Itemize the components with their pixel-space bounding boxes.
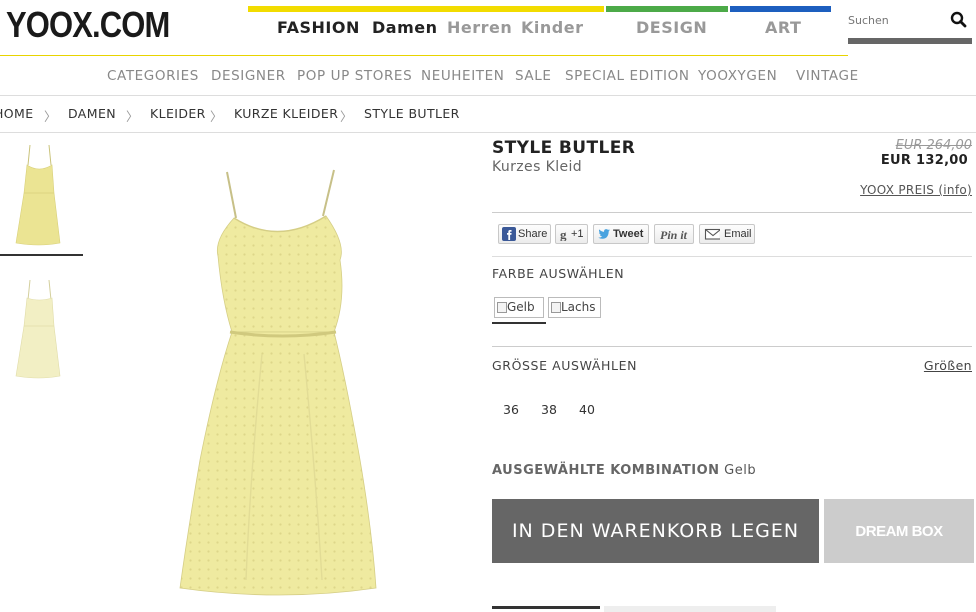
facebook-icon xyxy=(502,227,516,241)
add-to-cart-button[interactable]: IN DEN WARENKORB LEGEN xyxy=(492,499,819,563)
breadcrumb-separator: 〉 xyxy=(44,109,57,124)
nav-art[interactable]: ART xyxy=(765,18,801,37)
color-section-label: FARBE AUSWÄHLEN xyxy=(492,266,625,281)
divider xyxy=(0,132,976,133)
cat-vintage[interactable]: VINTAGE xyxy=(796,68,859,84)
tweet-label: Tweet xyxy=(613,228,644,240)
nav-herren[interactable]: Herren xyxy=(447,18,512,37)
size-option-38[interactable]: 38 xyxy=(541,402,557,417)
product-brand[interactable]: STYLE BUTLER xyxy=(492,138,635,158)
twitter-icon xyxy=(598,229,610,239)
color-option-label: Lachs xyxy=(561,300,596,314)
size-section-label: GRÖSSE AUSWÄHLEN xyxy=(492,358,638,373)
email-label: Email xyxy=(724,228,752,240)
breadcrumb-separator: 〉 xyxy=(210,109,223,124)
color-option-gelb[interactable]: Gelb xyxy=(494,297,544,318)
nav-kinder[interactable]: Kinder xyxy=(521,18,583,37)
divider xyxy=(492,212,972,213)
combination-value: Gelb xyxy=(724,463,757,478)
art-color-bar xyxy=(730,6,831,12)
yoox-logo[interactable]: YOOX.COM xyxy=(6,4,170,46)
divider xyxy=(0,95,976,96)
pinterest-button[interactable]: Pin it xyxy=(654,224,694,244)
tab-inactive[interactable] xyxy=(604,606,776,612)
nav-design[interactable]: DESIGN xyxy=(636,18,707,37)
size-guide-link[interactable]: Größen xyxy=(880,358,972,373)
broken-image-icon xyxy=(497,302,507,313)
color-option-lachs[interactable]: Lachs xyxy=(548,297,601,318)
nav-damen[interactable]: Damen xyxy=(372,18,438,37)
product-thumbnail-front[interactable] xyxy=(8,143,70,253)
size-option-36[interactable]: 36 xyxy=(503,402,519,417)
breadcrumb-separator: 〉 xyxy=(126,109,139,124)
sale-price: EUR 132,00 xyxy=(880,153,968,168)
breadcrumb-style-butler: STYLE BUTLER xyxy=(364,106,460,121)
svg-text:g: g xyxy=(560,227,567,241)
combination-label: AUSGEWÄHLTE KOMBINATION xyxy=(492,463,720,478)
original-price: EUR 264,00 xyxy=(895,138,972,153)
search-box xyxy=(848,10,972,44)
cat-yooxygen[interactable]: YOOXYGEN xyxy=(698,68,777,84)
facebook-share-button[interactable]: Share xyxy=(498,224,551,244)
fashion-color-bar xyxy=(248,6,604,12)
breadcrumb-separator: 〉 xyxy=(340,109,353,124)
size-option-40[interactable]: 40 xyxy=(579,402,595,417)
share-label: Share xyxy=(518,228,548,240)
tweet-button[interactable]: Tweet xyxy=(593,224,649,244)
breadcrumb-kleider[interactable]: KLEIDER xyxy=(150,106,206,121)
selected-color-indicator xyxy=(492,322,546,324)
email-button[interactable]: Email xyxy=(699,224,755,244)
cat-sale[interactable]: SALE xyxy=(515,68,552,84)
breadcrumb-damen[interactable]: DAMEN xyxy=(68,106,116,121)
price-info-link[interactable]: YOOX PREIS (info) xyxy=(820,183,972,197)
design-color-bar xyxy=(606,6,728,12)
divider xyxy=(492,346,972,347)
breadcrumb-home[interactable]: HOME xyxy=(0,106,34,121)
cat-pop-up-stores[interactable]: POP UP STORES xyxy=(297,68,412,84)
product-main-image[interactable] xyxy=(150,160,400,600)
pin-it-label: Pin it xyxy=(660,228,688,242)
product-type: Kurzes Kleid xyxy=(492,159,583,175)
cat-special-edition[interactable]: SPECIAL EDITION xyxy=(565,68,690,84)
selected-combination: AUSGEWÄHLTE KOMBINATION Gelb xyxy=(492,463,756,478)
cat-designer[interactable]: DESIGNER xyxy=(211,68,286,84)
dream-box-button[interactable]: DREAM BOX xyxy=(824,499,974,563)
product-thumbnail-back[interactable] xyxy=(8,278,70,388)
cat-categories[interactable]: CATEGORIES xyxy=(107,68,199,84)
nav-fashion[interactable]: FASHION xyxy=(277,18,360,37)
color-option-label: Gelb xyxy=(507,300,535,314)
search-input[interactable] xyxy=(848,10,948,30)
envelope-icon xyxy=(704,228,720,240)
tab-indicator[interactable] xyxy=(492,606,600,609)
cat-neuheiten[interactable]: NEUHEITEN xyxy=(421,68,504,84)
broken-image-icon xyxy=(551,302,561,313)
plus-one-label: +1 xyxy=(571,228,584,240)
thumbnail-active-indicator xyxy=(0,254,83,256)
header-divider xyxy=(0,55,848,56)
divider xyxy=(492,256,972,257)
google-plus-button[interactable]: g +1 xyxy=(555,224,588,244)
breadcrumb-kurze-kleider[interactable]: KURZE KLEIDER xyxy=(234,106,338,121)
search-icon[interactable] xyxy=(950,10,968,30)
